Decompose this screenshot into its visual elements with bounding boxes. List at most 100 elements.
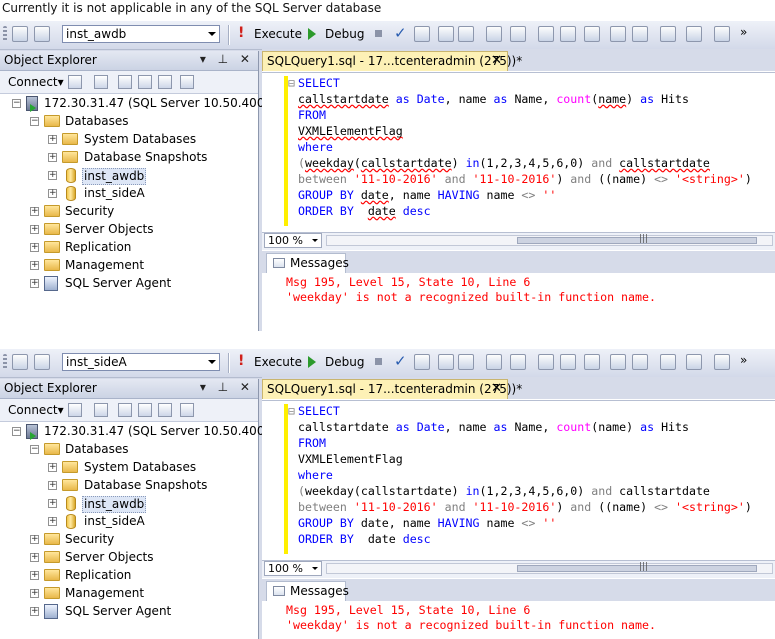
stop-icon[interactable] bbox=[118, 403, 132, 417]
refresh-icon[interactable] bbox=[158, 75, 172, 89]
scrollbar-thumb[interactable] bbox=[517, 237, 757, 244]
close-icon[interactable]: ✕ bbox=[491, 53, 502, 68]
toolbar-icon-9[interactable] bbox=[632, 26, 648, 42]
toolbar-icon-11[interactable] bbox=[686, 26, 702, 42]
agent-label[interactable]: SQL Server Agent bbox=[65, 604, 171, 619]
sql-line-5[interactable]: where bbox=[298, 139, 333, 155]
toolbar-icon-2[interactable] bbox=[458, 354, 474, 370]
toolbar-icon-4[interactable] bbox=[510, 26, 526, 42]
tree-node-label[interactable]: Replication bbox=[65, 568, 131, 583]
filter-icon[interactable] bbox=[138, 75, 152, 89]
toolbar-icon-12[interactable] bbox=[714, 354, 730, 370]
toolbar-icon-0[interactable] bbox=[12, 354, 28, 370]
expand-icon[interactable]: + bbox=[30, 279, 39, 288]
databases-label[interactable]: Databases bbox=[65, 114, 129, 129]
tree-node-folder-2[interactable]: + Replication bbox=[0, 567, 258, 585]
tree-node-agent[interactable]: + SQL Server Agent bbox=[0, 603, 258, 621]
debug-icon[interactable] bbox=[308, 356, 316, 368]
summary-icon[interactable] bbox=[180, 403, 194, 417]
tree-node-folder-2[interactable]: + Replication bbox=[0, 239, 258, 257]
toolbar-grip[interactable] bbox=[3, 354, 7, 370]
stop-icon[interactable] bbox=[118, 75, 132, 89]
zoom-select[interactable]: 100 % bbox=[264, 561, 322, 576]
tree-node-agent[interactable]: + SQL Server Agent bbox=[0, 275, 258, 293]
expand-icon[interactable]: + bbox=[48, 189, 57, 198]
tree-node-folder-0[interactable]: + Security bbox=[0, 203, 258, 221]
tree-node-databases[interactable]: − Databases bbox=[0, 441, 258, 459]
sql-line-8[interactable]: GROUP BY date, name HAVING name <> '' bbox=[298, 187, 556, 203]
pane-buttons[interactable]: ▾ ⊥ ✕ bbox=[200, 380, 254, 394]
toolbar-icon-7[interactable] bbox=[584, 26, 600, 42]
sql-line-2[interactable]: callstartdate as Date, name as Name, cou… bbox=[298, 91, 689, 107]
tree-node-child-3[interactable]: + inst_sideA bbox=[0, 513, 258, 531]
database-select[interactable]: inst_sideA bbox=[62, 353, 220, 371]
sql-line-4[interactable]: VXMLElementFlag bbox=[298, 451, 403, 467]
expand-icon[interactable]: + bbox=[30, 225, 39, 234]
toolbar-icon-1[interactable] bbox=[438, 26, 454, 42]
tab-messages[interactable]: Messages bbox=[266, 581, 349, 601]
tree-node-label[interactable]: System Databases bbox=[84, 132, 196, 147]
connect-button[interactable]: Connect▾ bbox=[8, 403, 64, 417]
sql-line-7[interactable]: between '11-10-2016' and '11-10-2016') a… bbox=[298, 499, 752, 515]
expand-icon[interactable]: + bbox=[30, 261, 39, 270]
tree-node-label[interactable]: Security bbox=[65, 204, 114, 219]
debug-button[interactable]: Debug bbox=[325, 355, 364, 369]
overflow-chevron[interactable]: » bbox=[740, 353, 747, 367]
toolbar-icon-7[interactable] bbox=[584, 354, 600, 370]
tree-node-child-1[interactable]: + Database Snapshots bbox=[0, 477, 258, 495]
collapse-icon[interactable]: − bbox=[30, 117, 39, 126]
tree-node-label[interactable]: inst_sideA bbox=[84, 186, 145, 201]
tree-node-label[interactable]: Security bbox=[65, 532, 114, 547]
horizontal-scrollbar[interactable]: ||| bbox=[326, 234, 773, 246]
sql-line-8[interactable]: GROUP BY date, name HAVING name <> '' bbox=[298, 515, 556, 531]
execute-icon[interactable]: ! bbox=[238, 353, 244, 369]
collapse-icon[interactable]: − bbox=[30, 445, 39, 454]
toolbar-icon-1[interactable] bbox=[34, 26, 50, 42]
expand-icon[interactable]: + bbox=[48, 517, 57, 526]
tree-node-server[interactable]: − 172.30.31.47 (SQL Server 10.50.4000.0 … bbox=[0, 95, 305, 113]
expand-icon[interactable]: + bbox=[48, 481, 57, 490]
tree-node-label[interactable]: inst_awdb bbox=[82, 496, 147, 513]
summary-icon[interactable] bbox=[180, 75, 194, 89]
sql-line-4[interactable]: VXMLElementFlag bbox=[298, 123, 403, 139]
tree-node-folder-0[interactable]: + Security bbox=[0, 531, 258, 549]
tab-sqlquery1[interactable]: SQLQuery1.sql - 17...tcenteradmin (275))… bbox=[262, 379, 522, 399]
expand-icon[interactable]: + bbox=[30, 535, 39, 544]
disconnect-icon[interactable] bbox=[94, 75, 108, 89]
sql-line-2[interactable]: callstartdate as Date, name as Name, cou… bbox=[298, 419, 689, 435]
database-select[interactable]: inst_awdb bbox=[62, 25, 220, 43]
debug-button[interactable]: Debug bbox=[325, 27, 364, 41]
toolbar-icon-0[interactable] bbox=[414, 354, 430, 370]
expand-icon[interactable]: + bbox=[48, 499, 57, 508]
scrollbar-thumb[interactable] bbox=[517, 565, 757, 572]
expand-icon[interactable]: + bbox=[30, 589, 39, 598]
connect-button[interactable]: Connect▾ bbox=[8, 75, 64, 89]
toolbar-icon-6[interactable] bbox=[560, 26, 576, 42]
stop-icon[interactable] bbox=[375, 358, 382, 365]
expand-icon[interactable]: + bbox=[48, 463, 57, 472]
toolbar-icon-3[interactable] bbox=[486, 26, 502, 42]
sql-code-area[interactable]: ⊟ SELECT callstartdate as Date, name as N… bbox=[262, 400, 775, 559]
expand-icon[interactable]: + bbox=[48, 153, 57, 162]
execute-icon[interactable]: ! bbox=[238, 25, 244, 41]
expand-icon[interactable]: + bbox=[48, 135, 57, 144]
tab-sqlquery1[interactable]: SQLQuery1.sql - 17...tcenteradmin (275))… bbox=[262, 51, 522, 71]
zoom-select[interactable]: 100 % bbox=[264, 233, 322, 248]
refresh-icon[interactable] bbox=[158, 403, 172, 417]
tree-node-label[interactable]: System Databases bbox=[84, 460, 196, 475]
tree-node-label[interactable]: Management bbox=[65, 586, 144, 601]
connect-icon[interactable] bbox=[68, 403, 82, 417]
toolbar-icon-11[interactable] bbox=[686, 354, 702, 370]
sql-line-3[interactable]: FROM bbox=[298, 107, 326, 123]
toolbar-icon-1[interactable] bbox=[34, 354, 50, 370]
sql-line-1[interactable]: ⊟ SELECT bbox=[288, 75, 340, 91]
tree-node-server[interactable]: − 172.30.31.47 (SQL Server 10.50.4000.0 … bbox=[0, 423, 305, 441]
sql-line-6[interactable]: (weekday(callstartdate) in(1,2,3,4,5,6,0… bbox=[298, 155, 710, 171]
toolbar-icon-0[interactable] bbox=[414, 26, 430, 42]
expand-icon[interactable]: + bbox=[48, 171, 57, 180]
tree-node-child-2[interactable]: + inst_awdb bbox=[0, 167, 258, 185]
sql-line-5[interactable]: where bbox=[298, 467, 333, 483]
tree-node-label[interactable]: Server Objects bbox=[65, 550, 154, 565]
expand-icon[interactable]: + bbox=[30, 243, 39, 252]
toolbar-icon-4[interactable] bbox=[510, 354, 526, 370]
